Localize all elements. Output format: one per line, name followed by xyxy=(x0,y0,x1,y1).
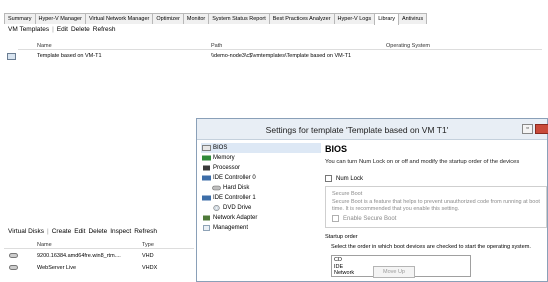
inspect-disk-button[interactable]: Inspect xyxy=(110,228,131,235)
tree-item-label: BIOS xyxy=(213,145,228,151)
virtual-disk-icon xyxy=(9,265,18,270)
column-header-disk-type[interactable]: Type xyxy=(142,242,154,248)
ide-controller-icon xyxy=(202,175,211,181)
tree-item-network-adapter[interactable]: Network Adapter xyxy=(201,213,321,223)
table-row[interactable]: 9200.16384.amd64fre.win8_rtm.... VHD xyxy=(4,251,194,261)
tab-virtual-network-manager[interactable]: Virtual Network Manager xyxy=(84,13,154,24)
settings-dialog: Settings for template 'Template based on… xyxy=(196,118,548,282)
tree-item-label: IDE Controller 0 xyxy=(213,175,256,181)
startup-order-label: Startup order xyxy=(325,234,358,240)
vm-template-icon xyxy=(7,53,16,60)
move-up-button[interactable]: Move Up xyxy=(373,266,415,278)
templates-toolbar: VM Templates | Edit Delete Refresh xyxy=(4,24,116,35)
dvd-drive-icon xyxy=(213,205,220,211)
checkbox-box xyxy=(332,215,339,222)
tab-monitor[interactable]: Monitor xyxy=(182,13,210,24)
management-icon xyxy=(203,225,210,231)
disks-table-header: Name Type xyxy=(4,240,194,249)
network-adapter-icon xyxy=(203,215,210,221)
memory-icon xyxy=(202,155,211,161)
ide-controller-icon xyxy=(202,195,211,201)
delete-disk-button[interactable]: Delete xyxy=(88,228,107,235)
tree-item-memory[interactable]: Memory xyxy=(201,153,321,163)
hard-disk-icon xyxy=(212,185,221,191)
toolbar-separator: | xyxy=(47,227,49,235)
tree-item-label: IDE Controller 1 xyxy=(213,195,256,201)
disks-toolbar-title: Virtual Disks xyxy=(8,227,45,235)
tree-item-dvd-drive[interactable]: DVD Drive xyxy=(201,203,321,213)
tab-hyper-v-logs[interactable]: Hyper-V Logs xyxy=(333,13,376,24)
tree-item-hard-disk[interactable]: Hard Disk xyxy=(201,183,321,193)
table-row[interactable]: WebServer Live VHDX xyxy=(4,263,194,273)
templates-table-header: Name Path Operating System xyxy=(18,42,542,50)
templates-toolbar-title: VM Templates xyxy=(8,26,50,33)
enable-secure-boot-checkbox: Enable Secure Boot xyxy=(332,215,540,222)
refresh-templates-button[interactable]: Refresh xyxy=(93,26,116,33)
secure-boot-group-label: Secure Boot xyxy=(332,191,363,197)
secure-boot-group: Secure Boot Secure Boot is a feature tha… xyxy=(325,186,547,228)
tree-item-processor[interactable]: Processor xyxy=(201,163,321,173)
edit-template-button[interactable]: Edit xyxy=(57,26,68,33)
dialog-titlebar[interactable]: Settings for template 'Template based on… xyxy=(197,119,548,140)
dialog-title: Settings for template 'Template based on… xyxy=(265,125,449,135)
tree-item-label: Memory xyxy=(213,155,235,161)
secure-boot-description: Secure Boot is a feature that helps to p… xyxy=(332,199,540,212)
startup-order-description: Select the order in which boot devices a… xyxy=(331,244,531,250)
settings-tree: BIOS Memory Processor IDE Controller 0 H… xyxy=(201,143,321,233)
column-header-path[interactable]: Path xyxy=(211,43,222,49)
disks-toolbar: Virtual Disks | Create Edit Delete Inspe… xyxy=(4,226,157,236)
tree-item-ide-controller-0[interactable]: IDE Controller 0 xyxy=(201,173,321,183)
tree-item-ide-controller-1[interactable]: IDE Controller 1 xyxy=(201,193,321,203)
tree-item-label: Network Adapter xyxy=(213,215,258,221)
disk-type: VHD xyxy=(142,253,154,259)
table-row[interactable]: Template based on VM-T1 \\demo-node3\c$\… xyxy=(4,52,544,61)
enable-secure-boot-label: Enable Secure Boot xyxy=(343,215,397,222)
tree-item-label: DVD Drive xyxy=(223,205,252,211)
disk-name: WebServer Live xyxy=(37,265,77,271)
maximize-button[interactable]: ▫ xyxy=(522,124,533,134)
bios-description: You can turn Num Lock on or off and modi… xyxy=(325,159,520,165)
bios-heading: BIOS xyxy=(325,144,348,154)
toolbar-separator: | xyxy=(52,26,54,33)
num-lock-label: Num Lock xyxy=(336,175,364,182)
column-header-name[interactable]: Name xyxy=(37,43,52,49)
tab-system-status-report[interactable]: System Status Report xyxy=(208,13,270,24)
tab-library[interactable]: Library xyxy=(374,13,399,25)
startup-order-section: Startup order Select the order in which … xyxy=(325,234,547,277)
num-lock-checkbox[interactable]: Num Lock xyxy=(325,175,547,182)
tab-antivirus[interactable]: Antivirus xyxy=(398,13,428,24)
disk-name: 9200.16384.amd64fre.win8_rtm.... xyxy=(37,253,121,259)
column-header-os[interactable]: Operating System xyxy=(386,43,430,49)
template-path: \\demo-node3\c$\vmtemplates\Template bas… xyxy=(211,53,352,59)
checkbox-box[interactable] xyxy=(325,175,332,182)
processor-icon xyxy=(203,165,210,171)
tab-best-practices-analyzer[interactable]: Best Practices Analyzer xyxy=(268,13,335,24)
disk-type: VHDX xyxy=(142,265,158,271)
tab-optimizer[interactable]: Optimizer xyxy=(152,13,184,24)
virtual-disk-icon xyxy=(9,253,18,258)
refresh-disks-button[interactable]: Refresh xyxy=(134,228,157,235)
bios-settings-panel: BIOS You can turn Num Lock on or off and… xyxy=(325,143,547,277)
delete-template-button[interactable]: Delete xyxy=(71,26,90,33)
tree-item-label: Hard Disk xyxy=(223,185,250,191)
main-tab-strip: Summary Hyper-V Manager Virtual Network … xyxy=(4,13,428,25)
tab-summary[interactable]: Summary xyxy=(4,13,36,24)
create-disk-button[interactable]: Create xyxy=(52,228,72,235)
edit-disk-button[interactable]: Edit xyxy=(74,228,85,235)
tree-item-management[interactable]: Management xyxy=(201,223,321,233)
tab-hyper-v-manager[interactable]: Hyper-V Manager xyxy=(34,13,86,24)
tree-item-label: Processor xyxy=(213,165,241,171)
column-header-disk-name[interactable]: Name xyxy=(37,242,52,248)
tree-item-label: Management xyxy=(213,225,249,231)
bios-icon xyxy=(202,145,211,151)
template-name: Template based on VM-T1 xyxy=(37,53,102,59)
tree-item-bios[interactable]: BIOS xyxy=(201,143,321,153)
close-button[interactable] xyxy=(535,124,548,134)
